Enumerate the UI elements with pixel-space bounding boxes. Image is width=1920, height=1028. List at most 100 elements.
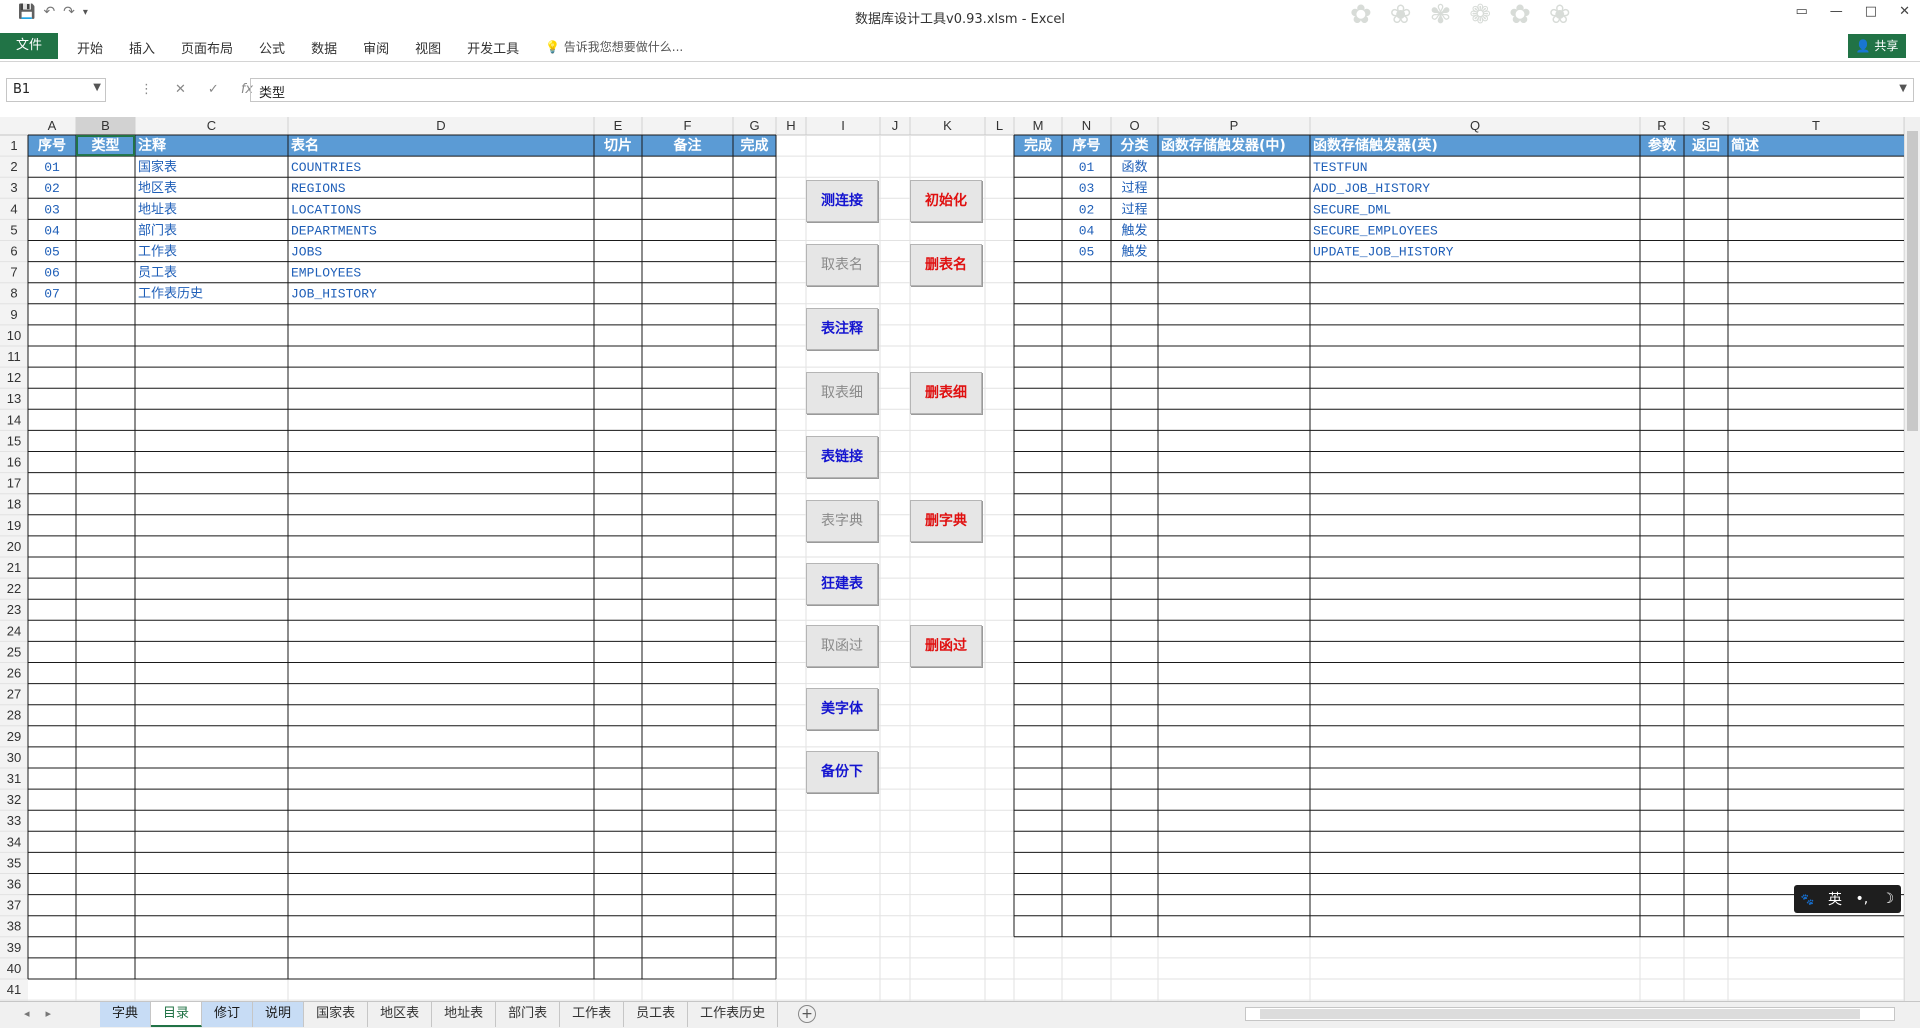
cell-comment[interactable]: 地址表 [138, 202, 177, 217]
row-header[interactable]: 33 [7, 813, 21, 828]
sheet-tab[interactable]: 工作表历史 [688, 1002, 779, 1027]
cell-func-name[interactable]: SECURE_DML [1313, 202, 1391, 217]
row-header[interactable]: 2 [10, 159, 17, 174]
table-links-button[interactable]: 表链接 [806, 436, 878, 478]
row-header[interactable]: 10 [7, 328, 21, 343]
row-header[interactable]: 15 [7, 433, 21, 448]
row-header[interactable]: 30 [7, 750, 21, 765]
cell-seq[interactable]: 03 [44, 202, 60, 217]
minimize-button[interactable]: — [1830, 4, 1843, 19]
formula-input[interactable]: 类型 ▼ [250, 78, 1914, 102]
backup-button[interactable]: 备份下 [806, 751, 878, 793]
cell-func-name[interactable]: TESTFUN [1313, 160, 1368, 175]
row-header[interactable]: 16 [7, 455, 21, 470]
initialize-button[interactable]: 初始化 [910, 180, 982, 222]
cell-table-name[interactable]: JOBS [291, 245, 322, 260]
cell-comment[interactable]: 员工表 [138, 266, 177, 281]
ribbon-tab[interactable]: 插入 [116, 38, 168, 57]
sheet-tab[interactable]: 地址表 [432, 1002, 497, 1027]
cell-comment[interactable]: 部门表 [138, 223, 177, 238]
row-header[interactable]: 28 [7, 708, 21, 723]
chevron-down-icon[interactable]: ▼ [93, 82, 101, 93]
row-header[interactable]: 29 [7, 729, 21, 744]
header-cell[interactable]: 完成 [1024, 137, 1052, 154]
row-header[interactable]: 20 [7, 539, 21, 554]
ime-punctuation[interactable]: •, [1855, 891, 1868, 907]
row-header[interactable]: 8 [10, 286, 17, 301]
column-header-H[interactable]: H [786, 118, 795, 133]
test-connection-button[interactable]: 测连接 [806, 180, 878, 222]
row-header[interactable]: 35 [7, 855, 21, 870]
cell-seq[interactable]: 05 [1079, 245, 1095, 260]
share-button[interactable]: 👤 共享 [1848, 34, 1906, 58]
row-header[interactable]: 36 [7, 877, 21, 892]
row-header[interactable]: 26 [7, 666, 21, 681]
moon-icon[interactable]: ☽ [1882, 891, 1895, 907]
header-cell[interactable]: 切片 [604, 137, 632, 154]
get-table-names-button[interactable]: 取表名 [806, 244, 878, 286]
column-header-S[interactable]: S [1702, 118, 1711, 133]
cell-comment[interactable]: 地区表 [138, 181, 177, 196]
cell-seq[interactable]: 02 [44, 181, 60, 196]
sheet-tab[interactable]: 修订 [202, 1002, 254, 1027]
row-header[interactable]: 7 [10, 265, 17, 280]
row-header[interactable]: 21 [7, 560, 21, 575]
row-header[interactable]: 6 [10, 244, 17, 259]
column-header-O[interactable]: O [1129, 118, 1139, 133]
cell-table-name[interactable]: LOCATIONS [291, 202, 361, 217]
column-header-P[interactable]: P [1230, 118, 1239, 133]
cell-kind[interactable]: 触发 [1121, 244, 1147, 260]
cell-seq[interactable]: 02 [1079, 202, 1095, 217]
row-header[interactable]: 4 [10, 201, 17, 216]
column-header-T[interactable]: T [1812, 118, 1820, 133]
sheet-tab[interactable]: 部门表 [496, 1002, 561, 1027]
ime-language[interactable]: 英 [1828, 889, 1842, 909]
sheet-tab[interactable]: 目录 [151, 1002, 203, 1027]
ribbon-tab[interactable]: 数据 [298, 38, 350, 57]
column-header-N[interactable]: N [1082, 118, 1091, 133]
row-header[interactable]: 13 [7, 391, 21, 406]
cell-kind[interactable]: 触发 [1121, 222, 1147, 238]
header-cell[interactable]: 序号 [38, 137, 66, 154]
expand-formula-icon[interactable]: ▼ [1899, 83, 1907, 94]
delete-dictionary-button[interactable]: 删字典 [910, 500, 982, 542]
header-cell[interactable]: 备注 [673, 137, 702, 154]
row-header[interactable]: 41 [7, 982, 21, 997]
tell-me-search[interactable]: 💡 告诉我您想要做什么... [545, 38, 683, 55]
header-cell[interactable]: 简述 [1731, 137, 1759, 154]
sheet-tab[interactable]: 员工表 [624, 1002, 689, 1027]
row-header[interactable]: 40 [7, 961, 21, 976]
column-header-K[interactable]: K [943, 118, 952, 133]
sheet-tab[interactable]: 国家表 [304, 1002, 369, 1027]
cell-seq[interactable]: 01 [1079, 160, 1095, 175]
cell-seq[interactable]: 03 [1079, 181, 1095, 196]
name-box[interactable]: B1 ▼ [6, 78, 106, 102]
ribbon-tab[interactable]: 开发工具 [454, 38, 532, 57]
beautify-font-button[interactable]: 美字体 [806, 688, 878, 730]
ribbon-options-icon[interactable]: ▭ [1796, 4, 1808, 19]
delete-functions-button[interactable]: 删函过 [910, 625, 982, 667]
column-header-G[interactable]: G [749, 118, 759, 133]
delete-table-names-button[interactable]: 删表名 [910, 244, 982, 286]
prev-sheet-icon[interactable]: ◂ [24, 1007, 30, 1020]
delete-table-detail-button[interactable]: 删表细 [910, 372, 982, 414]
cell-seq[interactable]: 07 [44, 287, 60, 302]
cell-seq[interactable]: 06 [44, 266, 60, 281]
column-header-Q[interactable]: Q [1470, 118, 1480, 133]
cell-table-name[interactable]: COUNTRIES [291, 160, 361, 175]
column-header-M[interactable]: M [1033, 118, 1044, 133]
row-header[interactable]: 34 [7, 834, 21, 849]
cell-seq[interactable]: 04 [1079, 223, 1095, 238]
cell-comment[interactable]: 工作表 [138, 245, 177, 260]
ribbon-tab[interactable]: 开始 [64, 38, 116, 57]
enter-icon[interactable]: ✓ [208, 82, 219, 97]
row-header[interactable]: 27 [7, 687, 21, 702]
cell-kind[interactable]: 函数 [1121, 160, 1147, 175]
cell-kind[interactable]: 过程 [1121, 202, 1147, 217]
get-functions-button[interactable]: 取函过 [806, 625, 878, 667]
sheet-tab[interactable]: 说明 [253, 1002, 305, 1027]
cell-table-name[interactable]: DEPARTMENTS [291, 223, 377, 238]
paw-icon[interactable]: 🐾 [1801, 893, 1815, 906]
file-tab[interactable]: 文件 [0, 33, 58, 59]
ribbon-tab[interactable]: 公式 [246, 38, 298, 57]
